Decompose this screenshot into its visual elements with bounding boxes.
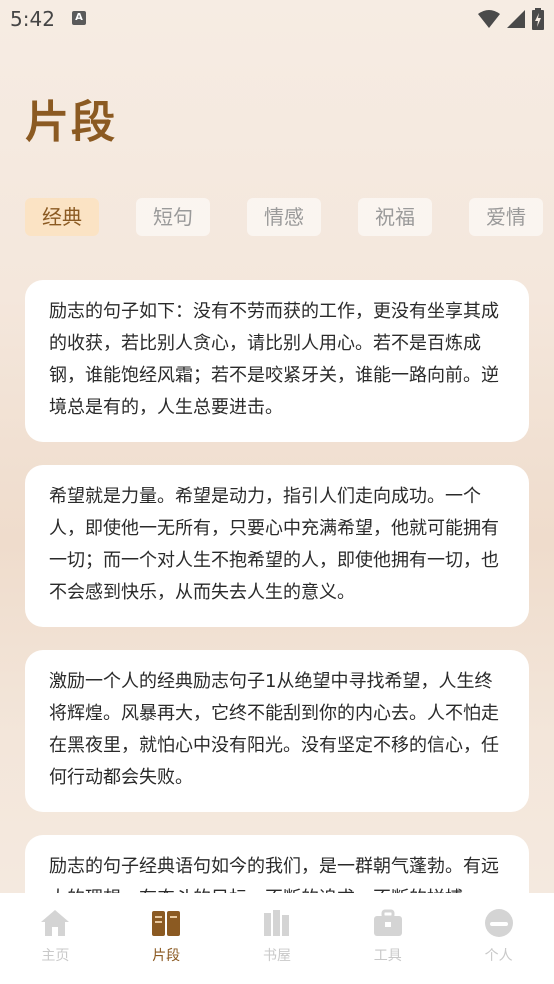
nav-item-profile[interactable]: 个人 [459, 893, 539, 984]
snippet-list: 励志的句子如下：没有不劳而获的工作，更没有坐享其成的收获，若比别人贪心，请比别人… [25, 280, 529, 956]
status-bar: 5:42 A [0, 0, 554, 38]
battery-icon [532, 8, 544, 30]
nav-label-snippets: 片段 [152, 948, 181, 964]
status-icons [478, 8, 544, 30]
tab-emotion[interactable]: 情感 [247, 198, 321, 236]
nav-label-profile: 个人 [484, 948, 513, 964]
wifi-icon [478, 10, 500, 28]
snippet-card[interactable]: 励志的句子如下：没有不劳而获的工作，更没有坐享其成的收获，若比别人贪心，请比别人… [25, 280, 529, 442]
snippet-card[interactable]: 激励一个人的经典励志句子1从绝望中寻找希望，人生终将辉煌。风暴再大，它终不能刮到… [25, 650, 529, 812]
tab-love[interactable]: 爱情 [469, 198, 543, 236]
signal-icon [507, 10, 525, 28]
nav-label-home: 主页 [41, 948, 70, 964]
nav-label-bookshelf: 书屋 [262, 948, 291, 964]
snippet-text: 激励一个人的经典励志句子1从绝望中寻找希望，人生终将辉煌。风暴再大，它终不能刮到… [49, 671, 499, 788]
nav-item-bookshelf[interactable]: 书屋 [237, 893, 317, 984]
notification-icon: A [72, 11, 86, 25]
toolbox-icon [373, 909, 402, 936]
tab-classic[interactable]: 经典 [25, 198, 99, 236]
nav-item-snippets[interactable]: 片段 [126, 893, 206, 984]
snippet-text: 希望就是力量。希望是动力，指引人们走向成功。一个人，即使他一无所有，只要心中充满… [49, 486, 499, 603]
nav-label-tools: 工具 [373, 948, 402, 964]
profile-icon [484, 909, 513, 937]
status-time: 5:42 [10, 7, 55, 31]
book-icon [152, 911, 181, 936]
nav-item-home[interactable]: 主页 [15, 893, 95, 984]
home-icon [41, 910, 70, 936]
tab-short-sentences[interactable]: 短句 [136, 198, 210, 236]
bottom-nav: 主页 片段 书屋 工具 个人 [0, 893, 554, 984]
tab-blessing[interactable]: 祝福 [358, 198, 432, 236]
snippet-text: 励志的句子如下：没有不劳而获的工作，更没有坐享其成的收获，若比别人贪心，请比别人… [49, 301, 499, 418]
page-title: 片段 [25, 97, 117, 148]
nav-item-tools[interactable]: 工具 [348, 893, 428, 984]
snippet-card[interactable]: 希望就是力量。希望是动力，指引人们走向成功。一个人，即使他一无所有，只要心中充满… [25, 465, 529, 627]
bookshelf-icon [263, 910, 289, 936]
category-tabs: 经典 短句 情感 祝福 爱情 [25, 198, 543, 236]
